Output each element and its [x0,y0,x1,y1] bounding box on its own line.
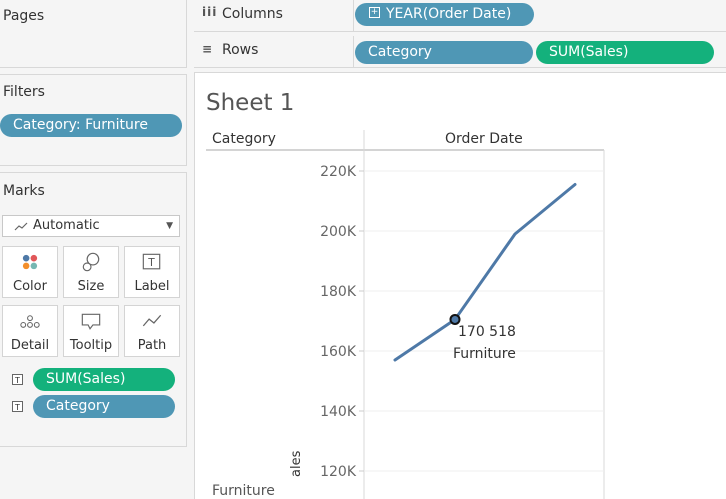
mark-label-category: Furniture [453,346,516,362]
columns-icon: iii [202,5,218,19]
path-label: Path [137,338,167,353]
y-axis-title-partial: ales [289,450,304,477]
rows-icon: ≡ [202,42,213,56]
y-tick-label: 160K [320,344,357,360]
sheet-view: Sheet 1 Category Order Date 220K 200K 180K… [194,72,726,499]
columns-pill-year-order-date[interactable]: + YEAR(Order Date) [355,3,534,26]
shelf-divider [353,0,354,31]
row-value-furniture: Furniture [212,483,275,499]
expand-plus-icon: + [369,6,380,18]
columns-shelf: iii Columns + YEAR(Order Date) [194,0,726,32]
detail-icon [20,315,40,328]
filters-panel: Filters Category: Furniture [0,74,187,166]
label-button[interactable]: T Label [124,246,180,298]
label-icon: T [142,253,161,270]
size-button[interactable]: Size [63,246,119,298]
mark-field-sum-sales[interactable]: SUM(Sales) [33,368,175,391]
text-mark-icon: T [12,374,23,385]
y-tick-label: 180K [320,284,357,300]
mark-type-dropdown[interactable]: Automatic ▼ [2,215,180,237]
marks-title: Marks [3,183,45,199]
line-mark-icon [14,222,28,231]
highlighted-data-point[interactable] [449,313,461,325]
y-tick-label: 220K [320,164,357,180]
filter-pill-category[interactable]: Category: Furniture [0,114,182,137]
tooltip-icon [81,313,101,330]
columns-label: Columns [222,6,283,22]
detail-label: Detail [10,338,50,353]
y-tick-label: 120K [320,464,357,480]
size-label: Size [77,279,105,294]
columns-pill-label: YEAR(Order Date) [386,6,512,22]
y-tick-label: 140K [320,404,357,420]
path-icon [142,314,162,327]
mark-type-label: Automatic [33,218,100,233]
pages-panel: Pages [0,0,187,68]
mark-label-value: 170 518 [458,324,516,340]
detail-button[interactable]: Detail [2,305,58,357]
label-label: Label [134,279,170,294]
svg-text:T: T [147,257,155,269]
mark-field-category[interactable]: Category [33,395,175,418]
shelf-divider [353,36,354,67]
size-icon [82,252,100,272]
rows-shelf: ≡ Rows Category SUM(Sales) [194,36,726,68]
tooltip-label: Tooltip [69,338,113,353]
sales-line-chart: 220K 200K 180K 160K 140K 120K [206,130,605,499]
y-tick-label: 200K [320,224,357,240]
marks-panel: Marks Automatic ▼ Color Size T Label Det… [0,172,187,447]
pages-title: Pages [3,8,45,24]
text-mark-icon: T [12,401,23,412]
tooltip-button[interactable]: Tooltip [63,305,119,357]
rows-label: Rows [222,42,259,58]
color-icon [22,254,38,270]
chevron-down-icon: ▼ [166,221,173,231]
tableau-workspace: Pages Filters Category: Furniture Marks … [0,0,726,499]
path-button[interactable]: Path [124,305,180,357]
color-label: Color [13,279,47,294]
filters-title: Filters [3,84,45,100]
rows-pill-category[interactable]: Category [355,41,533,64]
rows-pill-sum-sales[interactable]: SUM(Sales) [536,41,714,64]
color-button[interactable]: Color [2,246,58,298]
